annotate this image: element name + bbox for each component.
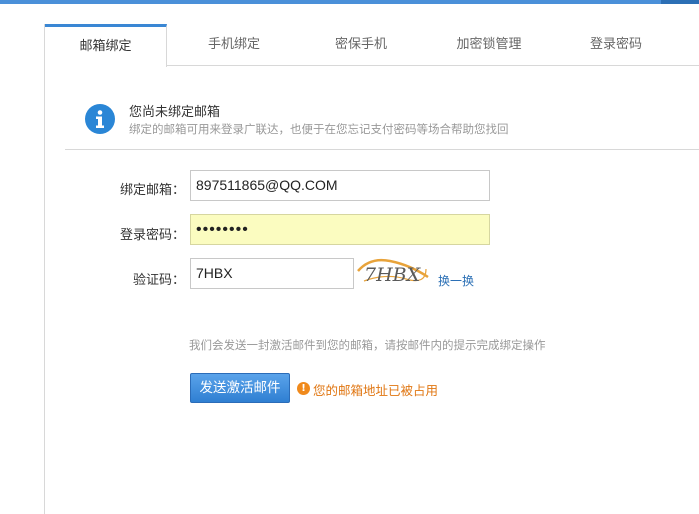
activation-tip: 我们会发送一封激活邮件到您的邮箱，请按邮件内的提示完成绑定操作 xyxy=(189,338,546,352)
notice-subtitle: 绑定的邮箱可用来登录广联达，也便于在您忘记支付密码等场合帮助您找回 xyxy=(129,122,509,136)
captcha-label: 验证码： xyxy=(132,273,185,288)
warning-icon: ! xyxy=(297,382,310,395)
top-accent-bar xyxy=(0,0,699,4)
tab-login-password[interactable]: 登录密码 xyxy=(555,24,677,66)
section-divider xyxy=(65,149,699,150)
top-accent-bar-end xyxy=(661,0,699,4)
email-field[interactable]: 897511865@QQ.COM xyxy=(190,170,490,201)
error-message: 您的邮箱地址已被占用 xyxy=(313,383,439,398)
tab-phone-binding[interactable]: 手机绑定 xyxy=(173,24,295,66)
notice-title: 您尚未绑定邮箱 xyxy=(129,105,221,120)
tab-bar: 邮箱绑定 手机绑定 密保手机 加密锁管理 登录密码 xyxy=(45,24,699,67)
refresh-captcha-link[interactable]: 换一换 xyxy=(438,272,474,289)
tab-security-phone[interactable]: 密保手机 xyxy=(300,24,422,66)
captcha-input[interactable]: 7HBX xyxy=(190,258,354,289)
send-activation-email-button[interactable]: 发送激活邮件 xyxy=(190,373,290,403)
captcha-image[interactable]: 7HBX xyxy=(356,255,430,289)
captcha-image-text: 7HBX xyxy=(364,264,422,286)
password-field[interactable]: •••••••• xyxy=(190,214,490,245)
password-label: 登录密码： xyxy=(119,228,185,243)
tab-email-binding[interactable]: 邮箱绑定 xyxy=(45,24,167,67)
tab-lock-management[interactable]: 加密锁管理 xyxy=(428,24,550,66)
info-icon xyxy=(85,104,115,134)
binding-notice: 您尚未绑定邮箱 绑定的邮箱可用来登录广联达，也便于在您忘记支付密码等场合帮助您找… xyxy=(85,101,605,141)
email-label: 绑定邮箱： xyxy=(119,183,185,198)
account-security-panel: 邮箱绑定 手机绑定 密保手机 加密锁管理 登录密码 您尚未绑定邮箱 绑定的邮箱可… xyxy=(44,24,699,514)
